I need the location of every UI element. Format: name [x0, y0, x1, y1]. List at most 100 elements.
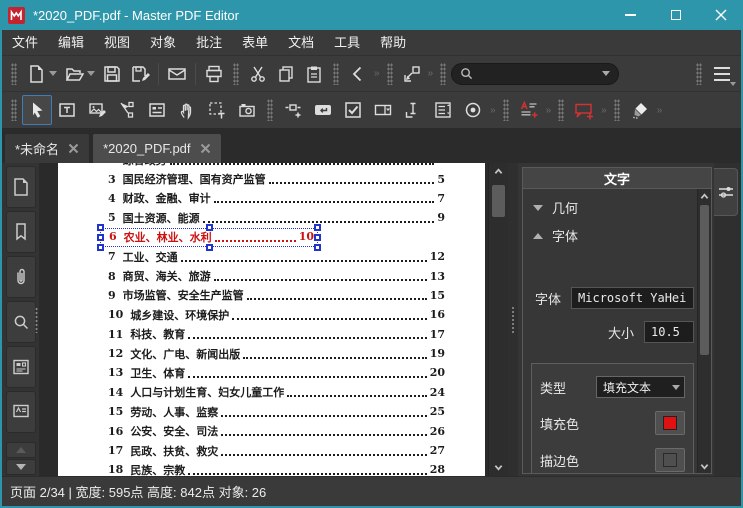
- paste-button[interactable]: [300, 60, 328, 88]
- insert-field-button[interactable]: [278, 95, 308, 125]
- tab-close-button[interactable]: [200, 143, 211, 154]
- edit-forms-button[interactable]: [142, 95, 172, 125]
- close-button[interactable]: [698, 0, 743, 30]
- toc-row-12[interactable]: 12 文化、广电、新闻出版 19: [108, 344, 445, 363]
- panel-scroll-down-button[interactable]: [698, 459, 711, 473]
- hand-pan-button[interactable]: [172, 95, 202, 125]
- toc-entry[interactable]: 11 科技、教育 17: [108, 326, 445, 342]
- combobox-field-button[interactable]: [368, 95, 398, 125]
- toolbar-grip[interactable]: [233, 62, 239, 85]
- toc-row-7[interactable]: 7 工业、交通 12: [108, 247, 445, 266]
- toc-entry[interactable]: 13 卫生、体育 20: [108, 365, 445, 381]
- toc-entry[interactable]: 17 民政、扶贫、救灾 27: [108, 443, 445, 459]
- toc-row-9[interactable]: 9 市场监管、安全生产监管 15: [108, 286, 445, 305]
- panel-scroll-up-button[interactable]: [698, 189, 711, 203]
- attachments-button[interactable]: [5, 256, 36, 298]
- edit-text-button[interactable]: [52, 95, 82, 125]
- search-dropdown-caret[interactable]: [602, 71, 611, 76]
- sidebar-scroll-down-button[interactable]: [5, 459, 36, 475]
- toc-row-10[interactable]: 10 城乡建设、环境保护 16: [108, 305, 445, 324]
- push-button-field-button[interactable]: [308, 95, 338, 125]
- stroke-color-button[interactable]: [655, 448, 685, 472]
- menu-item-8[interactable]: 帮助: [370, 30, 416, 55]
- tab-untitled[interactable]: *未命名: [4, 133, 91, 163]
- print-button[interactable]: [200, 60, 228, 88]
- tab-2020-pdf[interactable]: *2020_PDF.pdf: [92, 133, 222, 163]
- toolbar-grip[interactable]: [558, 99, 565, 121]
- main-menu-button[interactable]: [707, 60, 737, 88]
- text-field-button[interactable]: [398, 95, 428, 125]
- fill-color-button[interactable]: [655, 411, 685, 435]
- toolbar-grip[interactable]: [11, 99, 17, 121]
- minimize-button[interactable]: [608, 0, 653, 30]
- toc-row-8[interactable]: 8 商贸、海关、旅游 13: [108, 266, 445, 285]
- open-file-dropdown[interactable]: [87, 71, 95, 76]
- toc-row-6[interactable]: 6 农业、林业、水利 10: [97, 223, 445, 251]
- maximize-button[interactable]: [653, 0, 698, 30]
- menu-item-4[interactable]: 批注: [186, 30, 232, 55]
- listbox-field-button[interactable]: [428, 95, 458, 125]
- menu-item-5[interactable]: 表单: [232, 30, 278, 55]
- selection-handle-e[interactable]: [314, 233, 321, 241]
- save-button[interactable]: [98, 60, 126, 88]
- font-size-input[interactable]: [644, 321, 694, 343]
- pdf-page[interactable]: 2综合政务3 3国民经济管理、国有资产监管5 4财政、金融、审计7 5国土资源、能源9…: [58, 163, 485, 476]
- menu-item-2[interactable]: 视图: [94, 30, 140, 55]
- toolbar-grip[interactable]: [11, 62, 17, 85]
- form-fields-button[interactable]: [5, 346, 36, 388]
- radio-button-field-button[interactable]: [458, 95, 488, 125]
- toc-entry[interactable]: 12 文化、广电、新闻出版 19: [108, 346, 445, 362]
- splitter-grip[interactable]: [511, 305, 515, 334]
- menu-item-0[interactable]: 文件: [2, 30, 48, 55]
- toc-entry[interactable]: 15 劳动、人事、监察 25: [108, 404, 445, 420]
- checkbox-field-button[interactable]: [338, 95, 368, 125]
- selection-handle-n[interactable]: [205, 223, 213, 231]
- copy-button[interactable]: [272, 60, 300, 88]
- highlighter-button[interactable]: [625, 95, 655, 125]
- toc-row-15[interactable]: 15 劳动、人事、监察 25: [108, 402, 445, 421]
- toc-entry[interactable]: 14 人口与计划生育、妇女儿童工作 24: [108, 384, 445, 400]
- cut-button[interactable]: [244, 60, 272, 88]
- add-text-annotation-button[interactable]: [514, 95, 544, 125]
- snapshot-button[interactable]: [232, 95, 262, 125]
- search-input[interactable]: [479, 66, 590, 81]
- toc-entry[interactable]: 10 城乡建设、环境保护 16: [108, 307, 445, 323]
- add-callout-comment-button[interactable]: [569, 95, 599, 125]
- select-text-area-button[interactable]: [202, 95, 232, 125]
- menu-item-7[interactable]: 工具: [324, 30, 370, 55]
- toolbar-grip[interactable]: [696, 62, 702, 85]
- toc-row-14[interactable]: 14 人口与计划生育、妇女儿童工作 24: [108, 383, 445, 402]
- menu-item-1[interactable]: 编辑: [48, 30, 94, 55]
- panel-scrollbar-thumb[interactable]: [700, 205, 709, 355]
- toc-entry[interactable]: 18 民族、宗教 28: [108, 462, 445, 476]
- save-as-button[interactable]: [126, 60, 154, 88]
- edit-image-button[interactable]: [82, 95, 112, 125]
- signatures-button[interactable]: [5, 391, 36, 433]
- toc-entry[interactable]: 3 国民经济管理、国有资产监管 5: [108, 171, 445, 187]
- navigate-back-button[interactable]: [344, 60, 372, 88]
- toolbar-grip[interactable]: [267, 99, 273, 121]
- toc-row-4[interactable]: 4 财政、金融、审计 7: [108, 189, 445, 208]
- selection-handle-nw[interactable]: [97, 223, 104, 231]
- search-box[interactable]: [451, 62, 620, 85]
- page-thumbnails-button[interactable]: [5, 166, 36, 208]
- sidebar-splitter-grip[interactable]: [35, 306, 38, 333]
- document-viewport[interactable]: 2综合政务3 3国民经济管理、国有资产监管5 4财政、金融、审计7 5国土资源、能源9…: [40, 163, 488, 476]
- font-name-input[interactable]: [571, 287, 694, 309]
- toc-row-16[interactable]: 16 公安、安全、司法 26: [108, 421, 445, 440]
- new-document-button[interactable]: [22, 60, 50, 88]
- toolbar-grip[interactable]: [613, 99, 620, 121]
- toc-entry[interactable]: 8 商贸、海关、旅游 13: [108, 268, 445, 284]
- toc-row-11[interactable]: 11 科技、教育 17: [108, 325, 445, 344]
- menu-item-3[interactable]: 对象: [140, 30, 186, 55]
- search-panel-button[interactable]: [5, 301, 36, 343]
- selected-text-object[interactable]: 6 农业、林业、水利 10: [97, 223, 321, 251]
- select-object-button[interactable]: [22, 95, 52, 125]
- selection-handle-w[interactable]: [97, 233, 104, 241]
- scrollbar-down-button[interactable]: [489, 459, 508, 476]
- panel-scrollbar[interactable]: [697, 189, 711, 473]
- selection-handle-ne[interactable]: [314, 223, 321, 231]
- toolbar-grip[interactable]: [502, 99, 509, 121]
- new-document-dropdown[interactable]: [49, 71, 57, 76]
- section-font[interactable]: 字体: [523, 217, 696, 245]
